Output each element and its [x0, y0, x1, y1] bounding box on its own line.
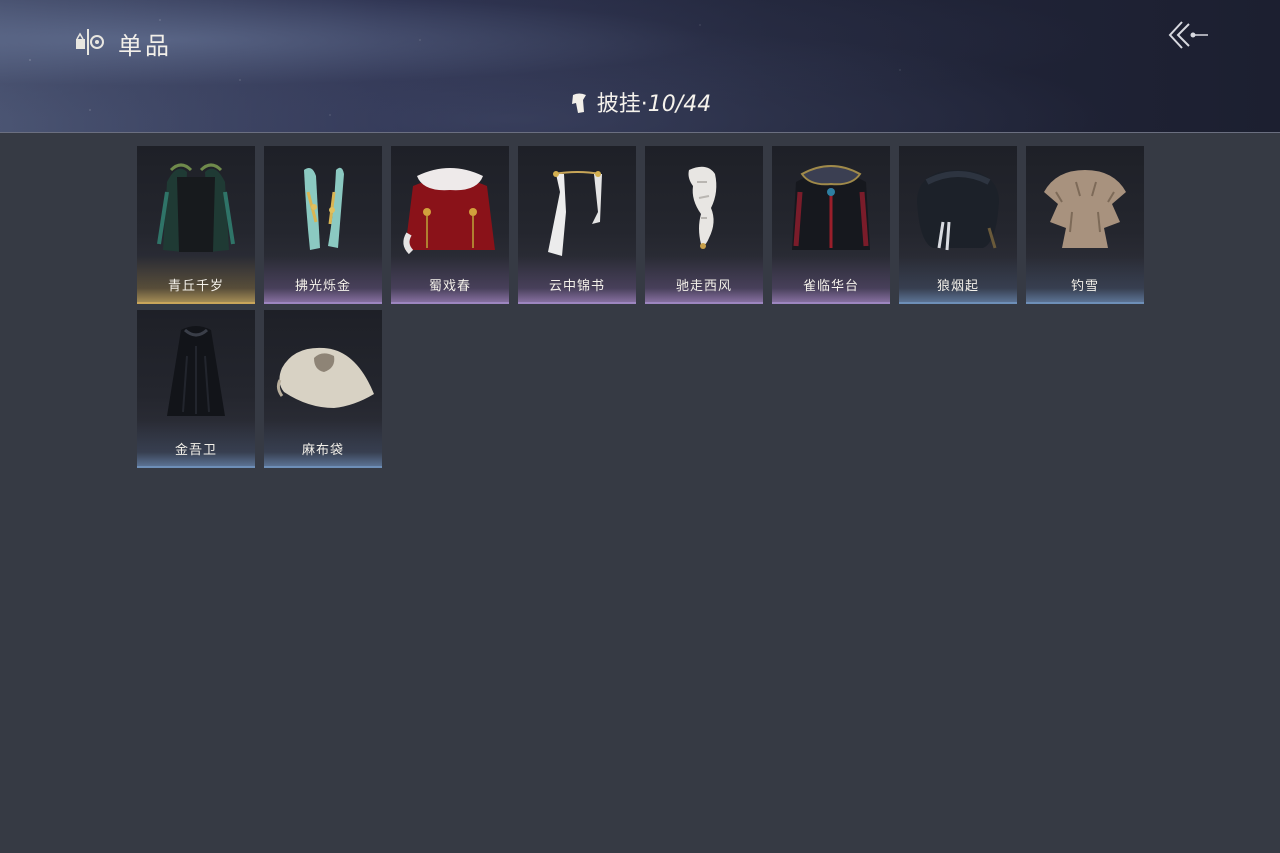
category-separator: · [640, 92, 648, 117]
page-title: 单品 [118, 32, 172, 60]
item-name: 金吾卫 [174, 443, 217, 458]
back-arrow-icon[interactable] [1166, 18, 1210, 52]
item-card[interactable]: 蜀戏春 [391, 146, 509, 304]
item-name: 云中锦书 [548, 279, 605, 294]
item-name: 狼烟起 [936, 279, 979, 294]
item-card[interactable]: 雀临华台 [772, 146, 890, 304]
gold-silk-sash-icon [304, 167, 344, 250]
item-name: 青丘千岁 [167, 279, 224, 294]
item-name: 麻布袋 [301, 443, 344, 458]
inventory-emblem-icon [76, 29, 104, 55]
category-heading: 披挂·10/44 [0, 86, 1280, 118]
peacock-cloak-icon [792, 165, 870, 250]
white-fur-stole-icon [688, 166, 717, 249]
item-name: 拂光烁金 [294, 279, 351, 294]
item-card[interactable]: 麻布袋 [264, 310, 382, 468]
item-card[interactable]: 驰走西风 [645, 146, 763, 304]
black-cloak-icon [167, 326, 225, 416]
category-count: 10/44 [647, 92, 712, 117]
dark-fur-mantle-icon [917, 170, 999, 251]
item-card[interactable]: 拂光烁金 [264, 146, 382, 304]
item-card[interactable]: 金吾卫 [137, 310, 255, 468]
item-card[interactable]: 钓雪 [1026, 146, 1144, 304]
item-name: 钓雪 [1070, 279, 1099, 294]
top-bar: 单品 披挂·10/44 [0, 0, 1280, 133]
red-fur-cape-icon [403, 168, 495, 255]
jade-tassel-cape-icon [157, 163, 235, 252]
item-card[interactable]: 青丘千岁 [137, 146, 255, 304]
item-name: 蜀戏春 [428, 279, 471, 294]
cape-icon [571, 93, 586, 113]
item-name: 驰走西风 [675, 279, 732, 294]
burlap-sack-icon [276, 347, 374, 408]
item-card[interactable]: 狼烟起 [899, 146, 1017, 304]
item-card[interactable]: 云中锦书 [518, 146, 636, 304]
straw-cape-icon [1044, 170, 1126, 248]
item-name: 雀临华台 [802, 279, 859, 294]
category-name: 披挂 [596, 92, 641, 117]
white-silk-ribbon-icon [548, 171, 602, 256]
